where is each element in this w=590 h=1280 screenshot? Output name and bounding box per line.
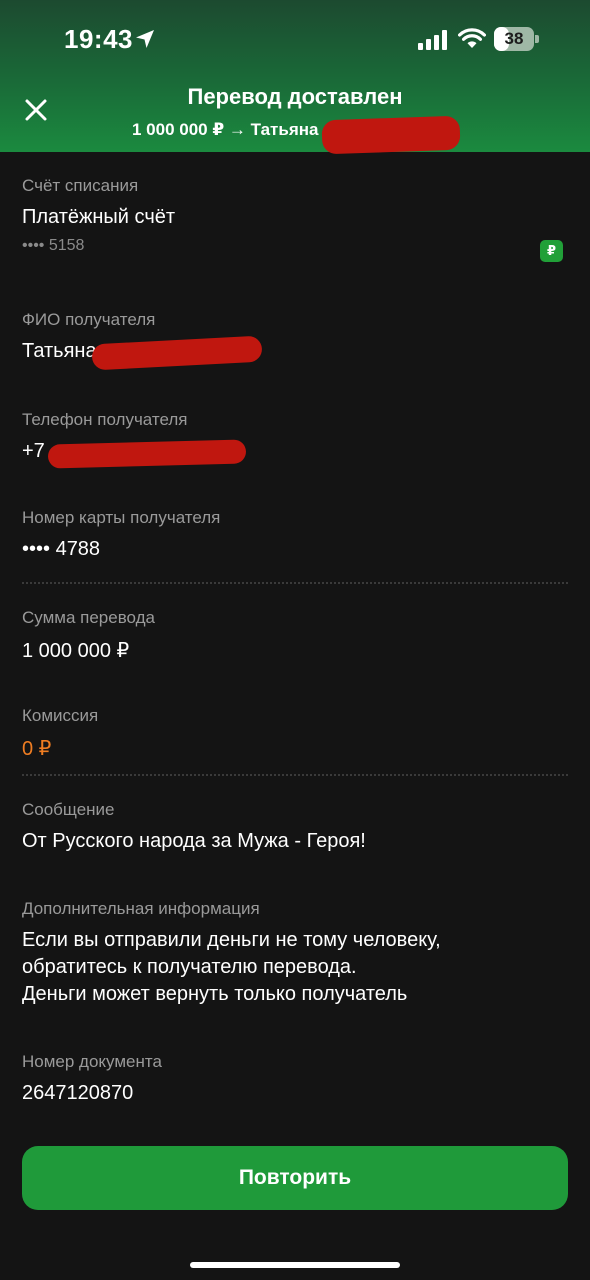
field-document-number: Номер документа 2647120870 bbox=[22, 1052, 568, 1105]
commission-value: 0 ₽ bbox=[22, 738, 52, 760]
divider bbox=[22, 582, 568, 584]
amount-label: Сумма перевода bbox=[22, 608, 156, 627]
amount-value: 1 000 000 ₽ bbox=[22, 640, 130, 662]
status-time: 19:43 bbox=[64, 24, 133, 54]
document-number-label: Номер документа bbox=[22, 1052, 162, 1071]
header: 19:43 38 Перевод доставлен 1 000 000 ₽ →… bbox=[0, 0, 590, 155]
document-number-value: 2647120870 bbox=[22, 1082, 134, 1104]
recipient-phone-label: Телефон получателя bbox=[22, 410, 188, 429]
commission-label: Комиссия bbox=[22, 706, 99, 725]
redaction-mark bbox=[321, 115, 461, 155]
additional-info-line: обратитесь к получателю перевода. bbox=[22, 956, 357, 978]
battery-indicator: 38 bbox=[494, 27, 540, 51]
account-number: •••• 5158 bbox=[22, 237, 85, 254]
field-card-number: Номер карты получателя •••• 4788 bbox=[22, 508, 568, 561]
additional-info-line: Если вы отправили деньги не тому человек… bbox=[22, 929, 441, 951]
additional-info-line: Деньги может вернуть только получатель bbox=[22, 983, 408, 1005]
field-amount: Сумма перевода 1 000 000 ₽ bbox=[22, 608, 568, 663]
additional-info-text: Если вы отправили деньги не тому человек… bbox=[22, 927, 568, 1008]
wifi-icon bbox=[458, 28, 486, 48]
status-bar: 19:43 38 bbox=[0, 0, 590, 80]
home-indicator[interactable] bbox=[190, 1262, 400, 1268]
account-label: Счёт списания bbox=[22, 176, 139, 195]
repeat-button[interactable]: Повторить bbox=[22, 1146, 568, 1210]
account-value: Платёжный счёт bbox=[22, 206, 176, 228]
field-account: Счёт списания Платёжный счёт •••• 5158 bbox=[22, 176, 568, 255]
battery-percent: 38 bbox=[504, 29, 524, 48]
field-message: Сообщение От Русского народа за Мужа - Г… bbox=[22, 800, 568, 853]
field-additional-info: Дополнительная информация Если вы отправ… bbox=[22, 899, 568, 1008]
card-number-label: Номер карты получателя bbox=[22, 508, 221, 527]
battery-cap bbox=[535, 35, 539, 43]
additional-info-label: Дополнительная информация bbox=[22, 899, 260, 918]
field-commission: Комиссия 0 ₽ bbox=[22, 706, 568, 761]
message-value: От Русского народа за Мужа - Героя! bbox=[22, 830, 366, 852]
card-number-value: •••• 4788 bbox=[22, 538, 101, 560]
redaction-mark bbox=[47, 439, 247, 469]
message-label: Сообщение bbox=[22, 800, 115, 819]
recipient-name-label: ФИО получателя bbox=[22, 310, 156, 329]
page-subtitle: 1 000 000 ₽ → Татьяна bbox=[132, 120, 319, 139]
divider bbox=[22, 774, 568, 776]
page-title: Перевод доставлен bbox=[187, 84, 403, 109]
cellular-signal-icon bbox=[418, 30, 447, 50]
ruble-account-badge: ₽ bbox=[540, 240, 563, 262]
location-arrow-icon bbox=[136, 30, 154, 48]
